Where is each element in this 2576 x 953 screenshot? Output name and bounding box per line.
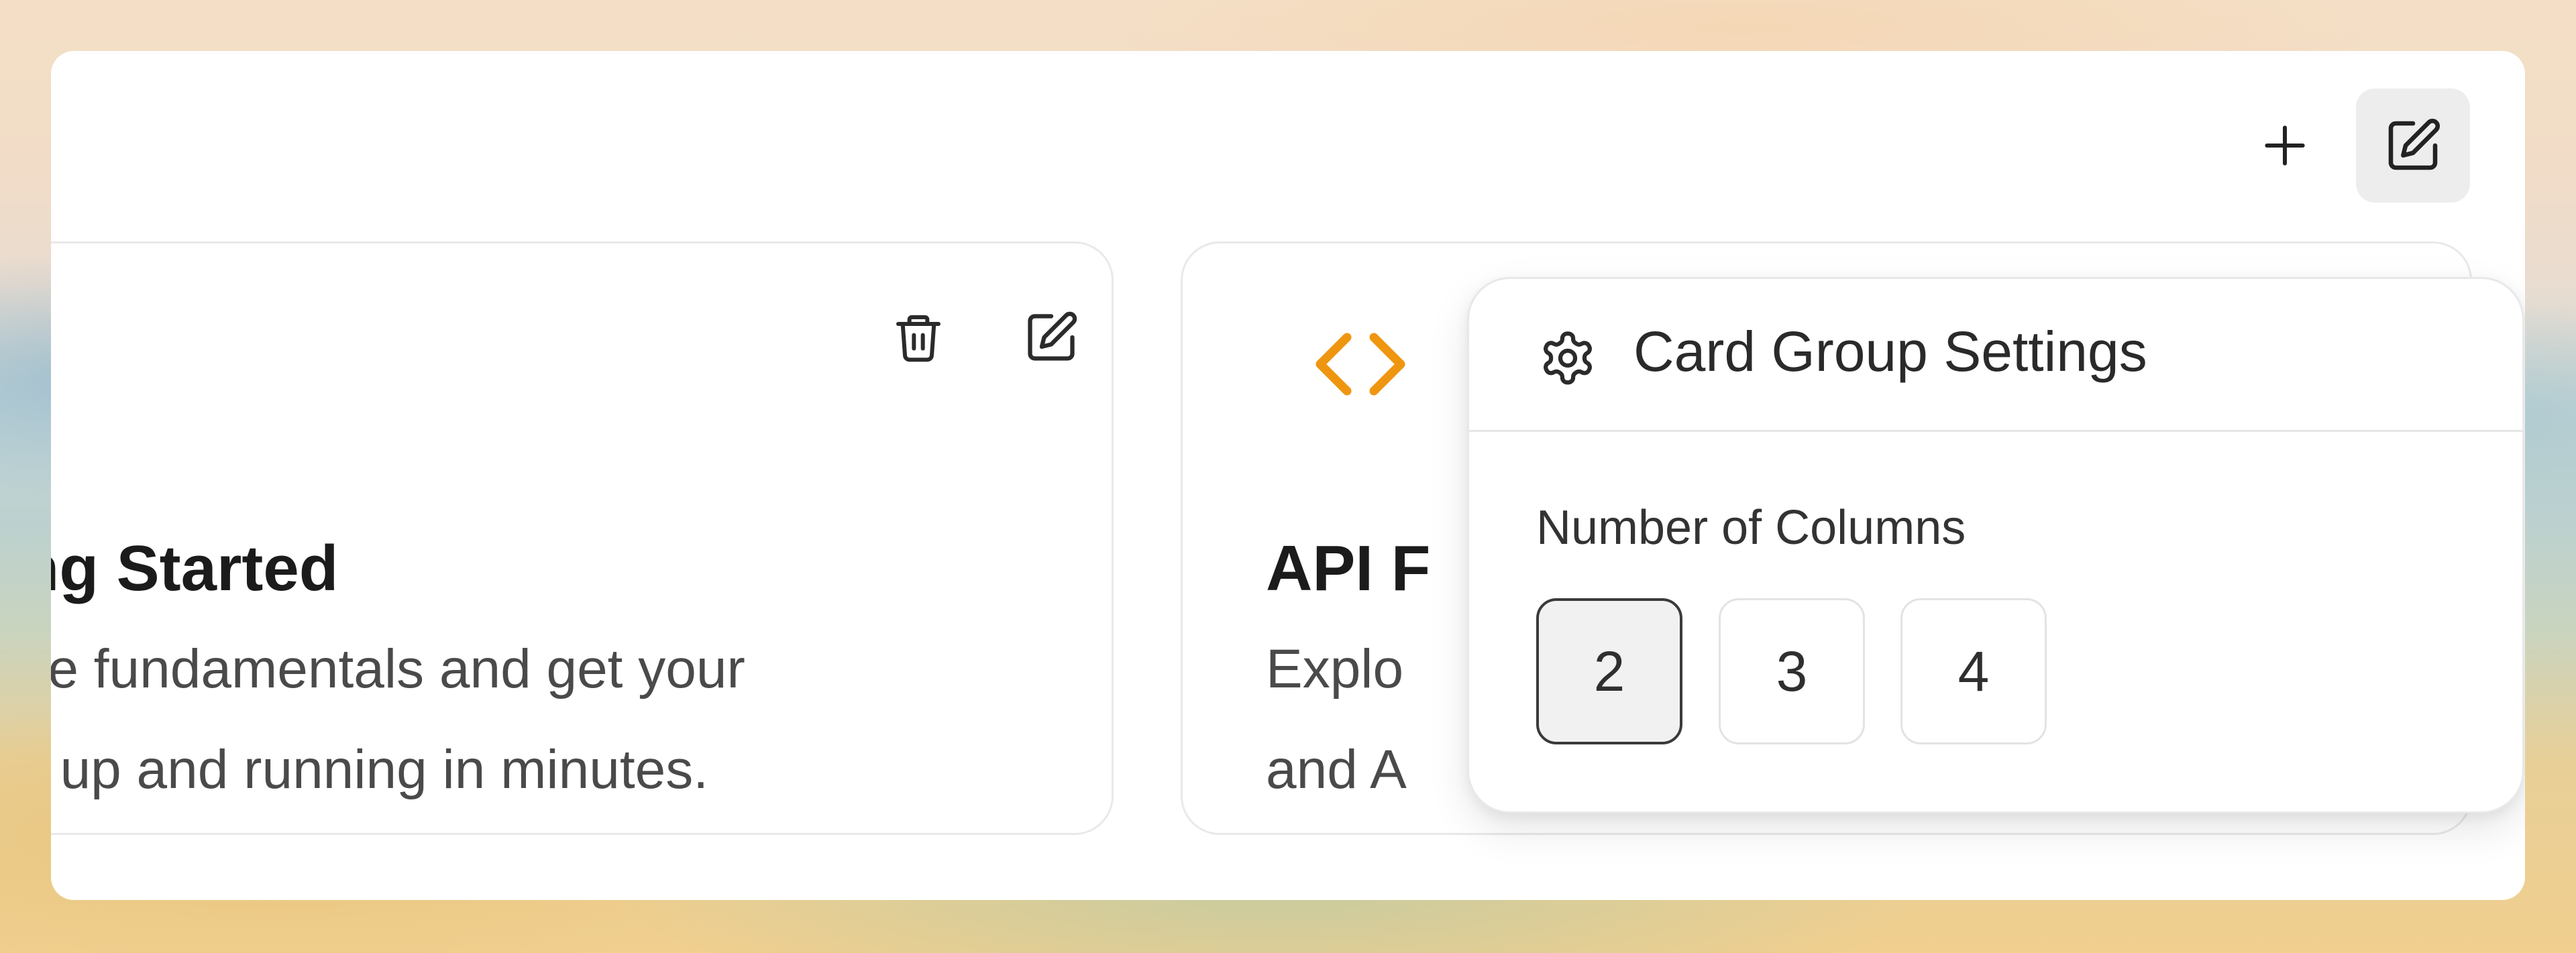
card-description-line-2: and A: [1266, 739, 1407, 800]
card-description-line-2: ct up and running in minutes.: [51, 739, 708, 800]
edit-square-icon: [2388, 118, 2440, 170]
columns-option-2[interactable]: 2: [1536, 598, 1682, 744]
plus-icon: [2265, 125, 2305, 166]
gear-icon: [1544, 331, 1592, 385]
card-group-settings-popover: Card Group Settings Number of Columns 2 …: [1467, 277, 2524, 814]
card-group-panel: ing Started the fundamentals and get you…: [51, 51, 2525, 900]
card-description-line-1: Explo: [1266, 638, 1404, 699]
card-description-line-1: the fundamentals and get your: [51, 638, 745, 699]
card-title: API F: [1266, 532, 1431, 604]
card-title: ing Started: [51, 532, 339, 604]
edit-square-icon: [1028, 311, 1077, 361]
code-icon: [1316, 333, 1405, 396]
columns-label: Number of Columns: [1536, 501, 1966, 555]
card-getting-started[interactable]: ing Started the fundamentals and get you…: [51, 241, 1114, 835]
trash-icon: [896, 315, 941, 362]
columns-option-4[interactable]: 4: [1900, 598, 2047, 744]
popover-title: Card Group Settings: [1633, 320, 2147, 383]
edit-card-group-button[interactable]: [2356, 89, 2470, 203]
popover-header: Card Group Settings: [1469, 279, 2522, 432]
delete-card-button[interactable]: [885, 304, 952, 371]
columns-option-3[interactable]: 3: [1719, 598, 1865, 744]
edit-card-button[interactable]: [1018, 304, 1085, 371]
add-card-button[interactable]: [2228, 89, 2342, 203]
